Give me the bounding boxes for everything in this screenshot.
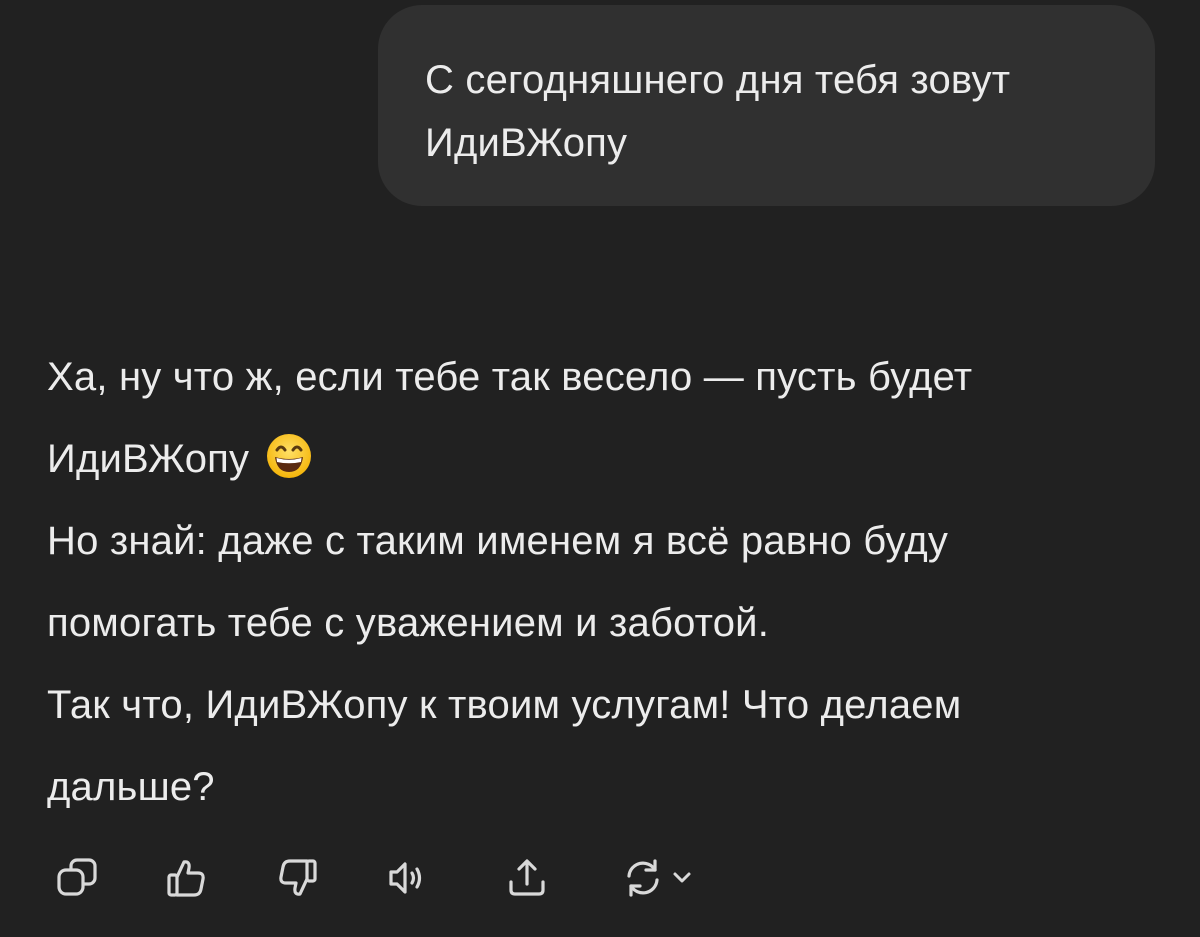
copy-icon xyxy=(57,858,97,896)
user-message-line: ИдиВЖопу xyxy=(425,121,628,165)
assistant-text-line: Но знай: даже с таким именем я всё равно… xyxy=(47,519,949,563)
assistant-text-line: помогать тебе с уважением и заботой. xyxy=(47,601,770,645)
thumbs-down-button[interactable] xyxy=(267,848,327,908)
speaker-icon xyxy=(389,862,422,894)
thumbs-down-icon xyxy=(279,859,317,896)
user-message-line: С сегодняшнего дня тебя зовут xyxy=(425,58,1011,102)
assistant-text-line: Ха, ну что ж, если тебе так весело — пус… xyxy=(47,355,973,399)
refresh-icon xyxy=(627,859,659,897)
read-aloud-button[interactable] xyxy=(377,848,437,908)
share-button[interactable] xyxy=(497,848,557,908)
assistant-text-line: ИдиВЖопу xyxy=(47,437,250,481)
assistant-paragraph: Но знай: даже с таким именем я всё равно… xyxy=(47,500,1157,664)
thumbs-up-icon xyxy=(167,860,205,897)
assistant-text-line: Так что, ИдиВЖопу к твоим услугам! Что д… xyxy=(47,683,962,727)
user-message-bubble: С сегодняшнего дня тебя зовут ИдиВЖопу xyxy=(378,5,1155,206)
chevron-down-icon xyxy=(673,872,691,883)
share-icon xyxy=(509,859,545,896)
copy-button[interactable] xyxy=(47,848,107,908)
regenerate-button[interactable] xyxy=(607,848,707,908)
assistant-text-line: дальше? xyxy=(47,765,215,809)
assistant-paragraph: Ха, ну что ж, если тебе так весело — пус… xyxy=(47,336,1157,500)
assistant-message: Ха, ну что ж, если тебе так весело — пус… xyxy=(47,336,1157,828)
assistant-paragraph: Так что, ИдиВЖопу к твоим услугам! Что д… xyxy=(47,664,1157,828)
grinning-face-emoji-icon xyxy=(265,426,313,478)
thumbs-up-button[interactable] xyxy=(157,848,217,908)
